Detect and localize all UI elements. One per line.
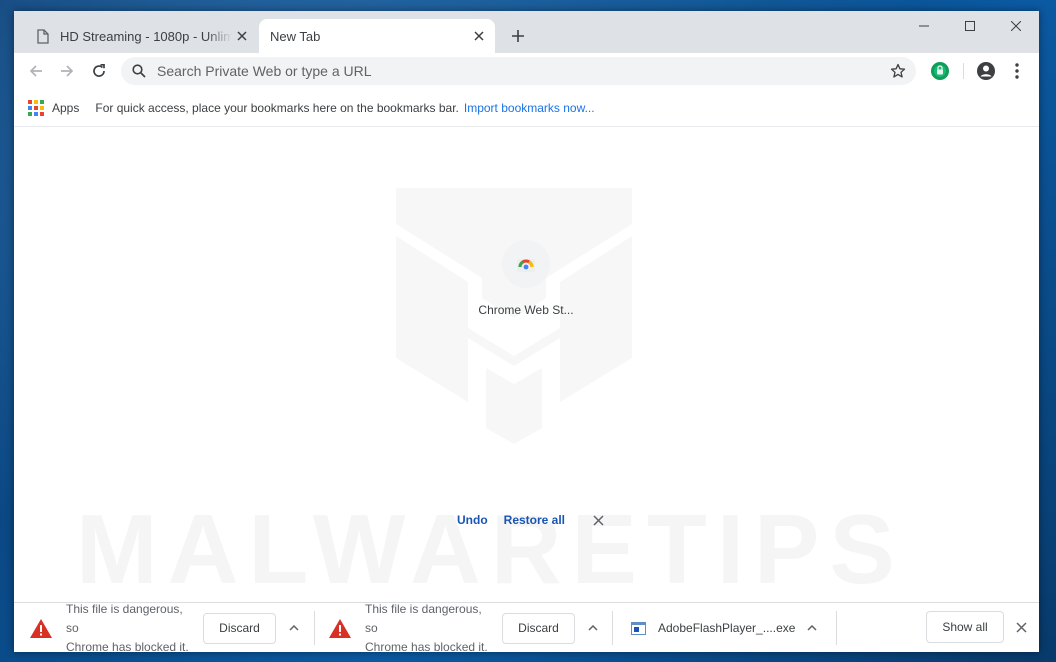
download-item-file[interactable]: AdobeFlashPlayer_....exe (630, 603, 822, 652)
restore-all-link[interactable]: Restore all (504, 513, 565, 527)
download-warning-text: This file is dangerous, so Chrome has bl… (365, 601, 488, 653)
bookmarks-bar: Apps For quick access, place your bookma… (14, 89, 1039, 127)
tab-new-tab[interactable]: New Tab (259, 19, 495, 53)
address-input[interactable] (157, 63, 886, 79)
close-window-button[interactable] (993, 11, 1039, 41)
chevron-up-icon[interactable] (802, 618, 822, 638)
page-icon (35, 28, 51, 44)
download-separator (314, 611, 315, 645)
undo-link[interactable]: Undo (457, 513, 488, 527)
maximize-icon (965, 21, 975, 31)
star-icon (890, 63, 906, 78)
warning-icon (328, 617, 352, 639)
reload-icon (93, 63, 105, 77)
apps-grid-icon[interactable] (28, 99, 44, 116)
menu-button[interactable] (1005, 59, 1029, 83)
discard-button[interactable]: Discard (502, 612, 575, 644)
shield-extension-icon (931, 62, 949, 80)
chrome-web-store-icon (502, 240, 550, 288)
back-button[interactable] (24, 59, 48, 83)
new-tab-page: MALWARETIPS Chrome Web St... Undo Restor… (14, 128, 1039, 602)
profile-button[interactable] (974, 59, 998, 83)
chevron-up-icon[interactable] (284, 618, 304, 638)
tab-title: HD Streaming - 1080p - Unlimited (60, 28, 232, 44)
download-item-blocked: This file is dangerous, so Chrome has bl… (29, 601, 304, 653)
undo-bar: Undo Restore all (457, 510, 605, 530)
plus-icon (512, 30, 524, 42)
browser-window: HD Streaming - 1080p - Unlimited New Tab (14, 11, 1039, 652)
apps-shortcut[interactable]: Apps (52, 101, 79, 115)
close-shelf-icon[interactable] (1012, 618, 1030, 636)
warning-icon (29, 617, 53, 639)
download-shelf: This file is dangerous, so Chrome has bl… (14, 602, 1039, 652)
close-tab-icon[interactable] (469, 26, 489, 46)
forward-arrow-icon (61, 65, 74, 77)
new-tab-button[interactable] (507, 25, 529, 47)
download-separator (612, 611, 613, 645)
download-separator (836, 611, 837, 645)
shortcut-chrome-web-store[interactable]: Chrome Web St... (466, 240, 586, 317)
tab-title: New Tab (270, 28, 321, 44)
minimize-button[interactable] (901, 11, 947, 41)
import-bookmarks-link[interactable]: Import bookmarks now... (464, 101, 595, 115)
reload-button[interactable] (87, 59, 111, 83)
download-file-name: AdobeFlashPlayer_....exe (658, 621, 796, 635)
bookmarks-hint: For quick access, place your bookmarks h… (95, 100, 459, 115)
omnibox[interactable] (121, 57, 916, 85)
chevron-up-icon[interactable] (583, 618, 603, 638)
shortcut-label: Chrome Web St... (478, 303, 574, 317)
minimize-icon (919, 25, 929, 27)
maximize-button[interactable] (947, 11, 993, 41)
tab-strip: HD Streaming - 1080p - Unlimited New Tab (14, 11, 1039, 53)
close-tab-icon[interactable] (232, 26, 252, 46)
kebab-menu-icon (1015, 63, 1019, 79)
exe-file-icon (630, 620, 646, 636)
extension-button[interactable] (928, 59, 952, 83)
discard-button[interactable]: Discard (203, 612, 276, 644)
window-controls (901, 11, 1039, 41)
toolbar (14, 53, 1039, 89)
close-icon[interactable] (591, 513, 605, 527)
download-item-blocked: This file is dangerous, so Chrome has bl… (328, 601, 603, 653)
close-icon (1011, 21, 1021, 31)
back-arrow-icon (29, 65, 42, 77)
toolbar-separator (963, 63, 964, 79)
search-icon (132, 63, 148, 79)
show-all-button[interactable]: Show all (926, 611, 1004, 643)
bookmark-star-button[interactable] (886, 59, 910, 83)
download-warning-text: This file is dangerous, so Chrome has bl… (66, 601, 189, 653)
forward-button[interactable] (55, 59, 79, 83)
tab-hd-streaming[interactable]: HD Streaming - 1080p - Unlimited (26, 19, 258, 53)
profile-icon (977, 62, 995, 80)
